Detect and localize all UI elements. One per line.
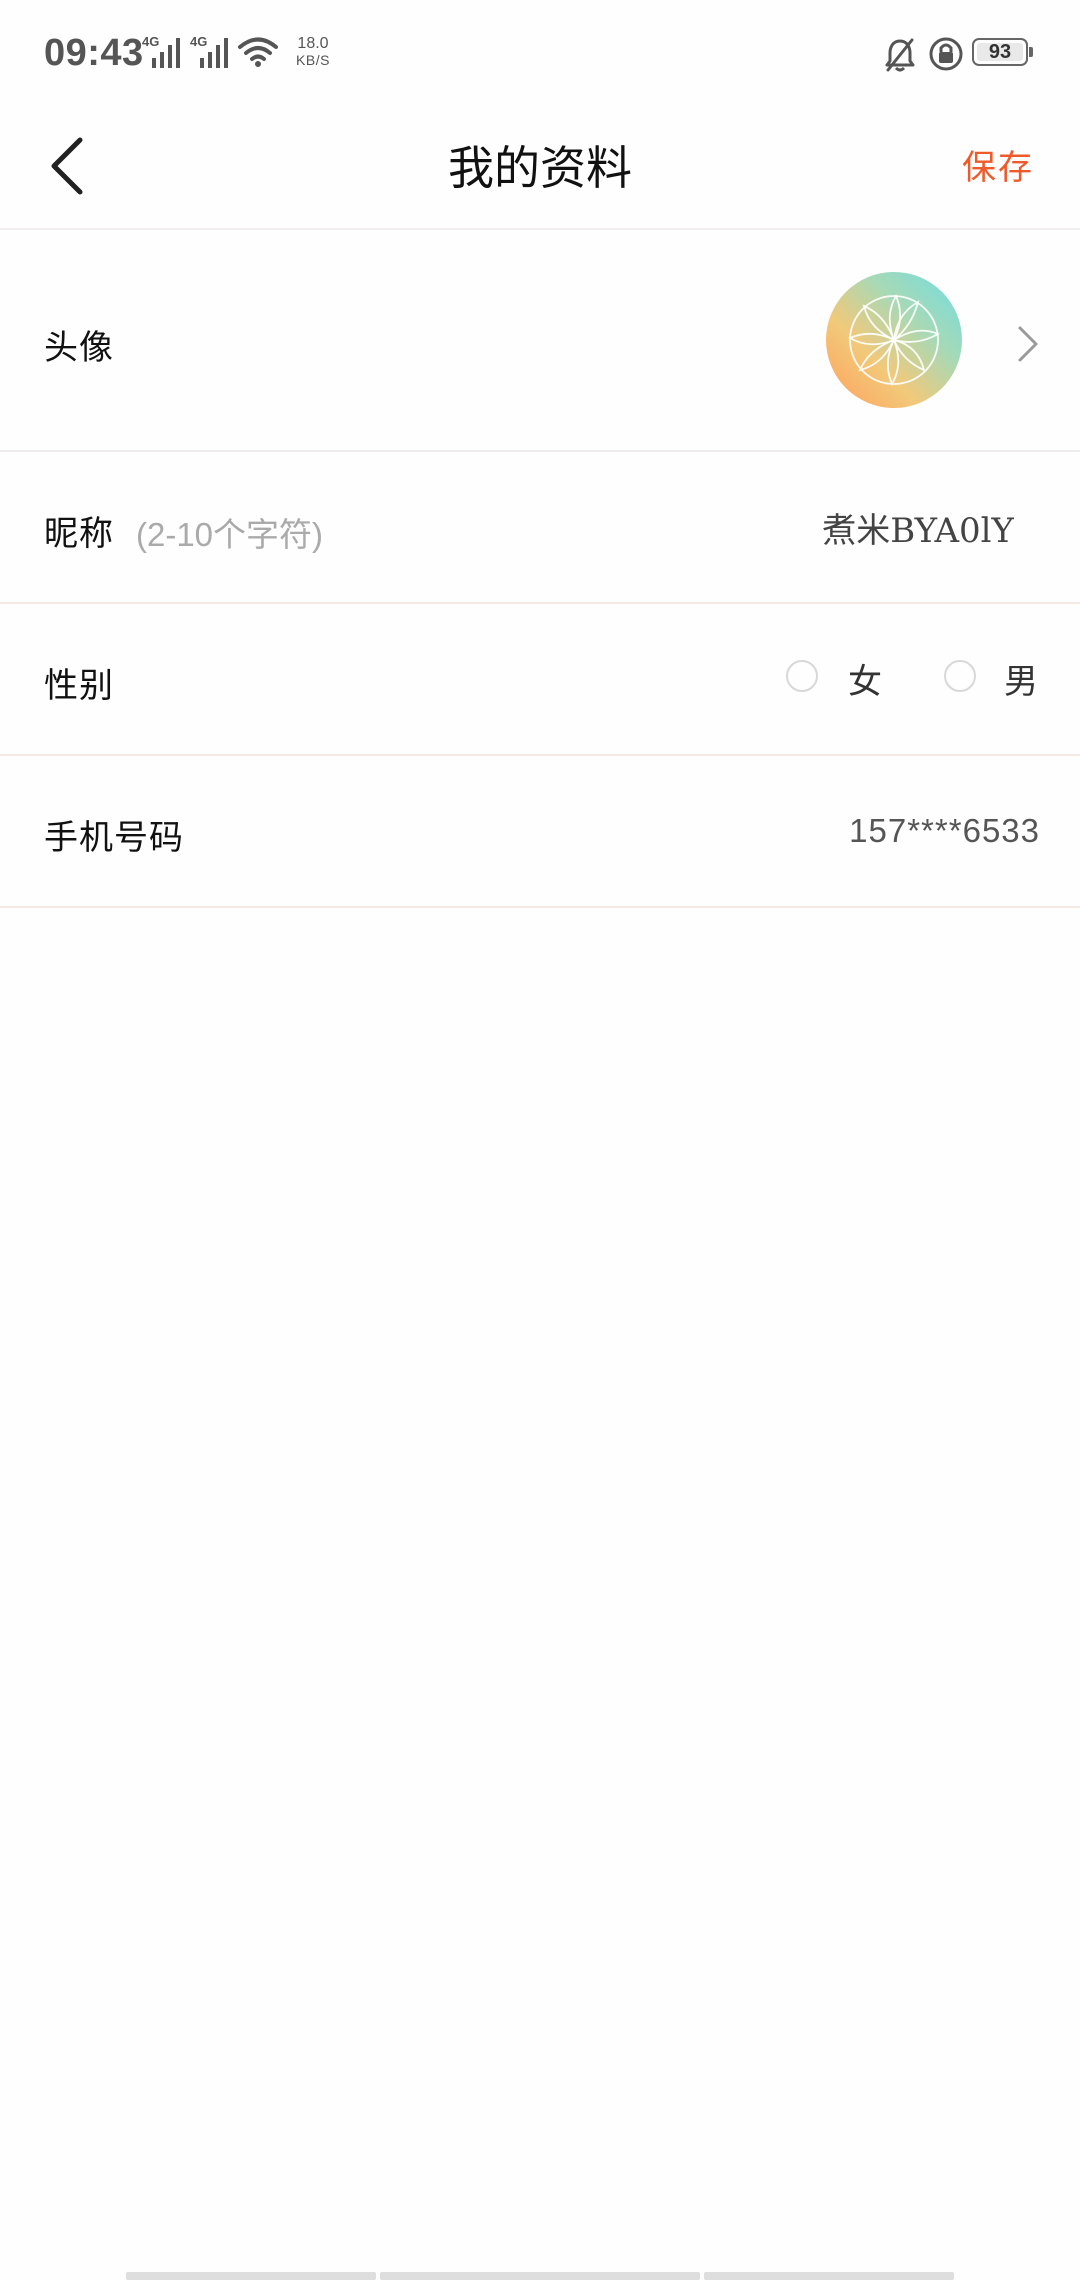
save-button[interactable]: 保存	[962, 108, 1034, 228]
wifi-icon	[238, 37, 278, 67]
nickname-label: 昵称	[44, 514, 114, 554]
signal-icon: 4G	[190, 34, 230, 70]
nav-handle-back[interactable]	[126, 2272, 376, 2280]
phone-value: 157****6533	[849, 812, 1040, 849]
profile-screen: 09:43 4G 4G 18.0 KB/S 93 我的资料 保存 头像 昵称 (…	[0, 0, 1080, 2280]
rotation-lock-icon	[929, 37, 963, 71]
phone-label: 手机号码	[44, 818, 184, 858]
nickname-hint: (2-10个字符)	[136, 516, 324, 553]
nickname-row: 昵称 (2-10个字符)	[0, 452, 1080, 604]
avatar[interactable]	[826, 272, 962, 408]
gender-male-label[interactable]: 男	[1004, 654, 1038, 703]
signal-icon: 4G	[142, 34, 182, 70]
status-bar: 09:43 4G 4G 18.0 KB/S 93	[0, 0, 1080, 108]
back-button[interactable]	[40, 126, 100, 206]
battery-icon: 93	[972, 38, 1034, 70]
phone-row: 手机号码 157****6533	[0, 756, 1080, 908]
avatar-label: 头像	[44, 328, 114, 368]
top-app-bar: 我的资料 保存	[0, 108, 1080, 230]
avatar-row[interactable]: 头像	[0, 230, 1080, 452]
nav-handle-home[interactable]	[380, 2272, 700, 2280]
status-time: 09:43	[44, 32, 144, 74]
gender-row: 性别 女 男	[0, 604, 1080, 756]
gender-female-label[interactable]: 女	[848, 654, 882, 703]
nav-handle-recents[interactable]	[704, 2272, 954, 2280]
page-title: 我的资料	[448, 141, 632, 195]
gender-label: 性别	[44, 666, 114, 706]
gender-female-radio[interactable]	[786, 660, 818, 692]
network-speed-unit: KB/S	[296, 52, 330, 68]
system-nav-bar	[0, 2264, 1080, 2280]
pinwheel-flower-icon	[847, 293, 941, 387]
nickname-input[interactable]	[654, 492, 1014, 562]
mute-bell-icon	[885, 38, 915, 72]
chevron-left-icon	[51, 137, 83, 195]
network-speed-value: 18.0	[297, 35, 329, 52]
gender-male-radio[interactable]	[944, 660, 976, 692]
battery-level: 93	[988, 41, 1012, 63]
network-speed: 18.0 KB/S	[288, 35, 338, 69]
chevron-right-icon[interactable]	[1016, 324, 1040, 364]
